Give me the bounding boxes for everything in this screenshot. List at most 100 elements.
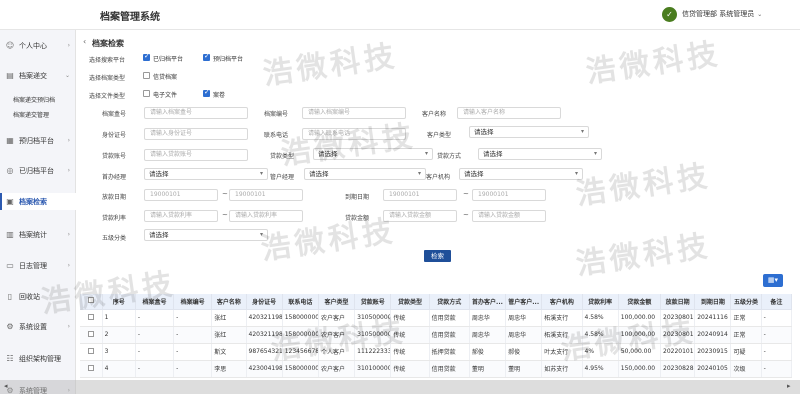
custname-input[interactable]: 请输入客户名称 [457,107,561,119]
row-select-cell[interactable] [80,343,103,361]
amount-from-input[interactable]: 请输入贷款金额 [383,210,457,222]
row-select-cell[interactable] [80,360,103,378]
table-cell: 158000000 [282,309,319,327]
column-header[interactable]: 客户名称 [211,294,247,310]
sidebar-item-org[interactable]: ☷ 组织架构管理 [0,350,76,367]
select-all-checkbox[interactable] [87,297,94,304]
select-all-header[interactable] [80,294,103,310]
idcard-input[interactable]: 请输入身份证号 [144,128,248,140]
dossier-checkbox[interactable] [203,88,210,97]
loandate-from-input[interactable]: 19000101 [144,189,218,201]
loandate-to-input[interactable]: 19000101 [229,189,303,201]
sidebar-item-settings[interactable]: ⚙ 系统设置 › [0,318,76,335]
loanacct-label: 贷款账号 [102,153,127,160]
column-header[interactable]: 贷款方式 [429,294,470,310]
watermark: 浩微科技 [583,36,724,91]
sidebar-item-archived[interactable]: ◎ 已归档平台 › [0,162,76,179]
scroll-left-icon[interactable]: ◂ [4,382,8,390]
column-header[interactable]: 贷款金额 [618,294,662,310]
rate-label: 贷款利率 [102,215,127,222]
custtype-select[interactable]: 请选择 [469,126,589,138]
column-header[interactable]: 客户机构 [541,294,583,310]
loanway-select[interactable]: 请选择 [478,148,602,160]
column-settings-button[interactable]: ▦▾ [763,274,783,287]
table-row[interactable]: 3- - 斯文 987654321 123456678 个人客户 111222333 传统 抵押… [80,343,792,361]
sidebar-item-stats[interactable]: ▥ 档案统计 › [0,226,76,243]
column-header[interactable]: 首办客户... [469,294,507,310]
table-cell: 李思 [211,360,247,378]
range-separator: ~ [463,211,469,219]
phone-input[interactable]: 请输入联系电话 [302,128,406,140]
table-row[interactable]: 4- - 李思 423004198 158000000 农户客户 310100000 传统 信用… [80,360,792,378]
column-header[interactable]: 身份证号 [246,294,283,310]
sidebar-item-label: 日志管理 [19,261,47,270]
column-header[interactable]: 客户类型 [318,294,356,310]
row-select-cell[interactable] [80,326,103,344]
duedate-from-input[interactable]: 19000101 [383,189,457,201]
table-cell: 正常 [730,309,762,327]
search-button[interactable]: 检索 [424,250,451,262]
chevron-right-icon: › [67,167,70,174]
table-cell: 郝俊 [505,343,543,361]
electronic-file-checkbox[interactable] [143,90,150,97]
column-header[interactable]: 管户客户... [505,294,543,310]
row-checkbox[interactable] [87,313,94,320]
column-header[interactable]: 到期日期 [694,294,732,310]
column-header[interactable]: 序号 [102,294,136,310]
gear-icon: ⚙ [6,321,14,331]
column-header[interactable]: 贷款利率 [582,294,619,310]
mgr2-select[interactable]: 请选择 [304,168,426,180]
table-cell: 郝俊 [469,343,507,361]
sidebar-item-prearchive[interactable]: ▦ 预归档平台 › [0,132,76,149]
watermark: 浩微科技 [573,158,714,213]
column-header[interactable]: 贷款类型 [390,294,430,310]
column-header[interactable]: 五级分类 [730,294,762,310]
prearchive-platform-checkbox[interactable] [203,52,210,61]
grade-select[interactable]: 请选择 [144,229,268,241]
table-row[interactable]: 1- - 张红 420321198 158000000 农户客户 310500000 传统 信用… [80,309,792,327]
amount-to-input[interactable]: 请输入贷款金额 [472,210,546,222]
loantype-select[interactable]: 请选择 [313,148,433,160]
column-header[interactable]: 档案编号 [173,294,213,310]
page-title: 档案检索 [92,39,124,48]
sidebar-subitem-prearchive[interactable]: 档案递交预归档 [13,95,55,104]
archno-input[interactable]: 请输入档案编号 [302,107,406,119]
row-checkbox[interactable] [87,364,94,371]
table-cell: - [135,309,175,327]
rate-to-input[interactable]: 请输入贷款利率 [229,210,303,222]
scroll-right-icon[interactable]: ▸ [787,382,791,390]
horizontal-scrollbar[interactable]: ◂ ▸ [0,380,800,394]
sidebar-item-submit[interactable]: ▤ 档案递交 ⌄ [0,67,76,84]
prearchive-platform-label: 预归档平台 [213,56,244,63]
duedate-to-input[interactable]: 19000101 [472,189,546,201]
table-cell: 柘溪支行 [541,326,583,344]
loanacct-input[interactable]: 请输入贷款账号 [144,149,248,161]
column-header[interactable]: 放款日期 [660,294,696,310]
credit-archive-checkbox[interactable] [143,72,150,79]
duedate-label: 到期日期 [345,194,370,201]
table-cell: 1 [102,309,136,327]
sidebar-item-personal[interactable]: ☺ 个人中心 › [0,37,76,54]
sidebar-item-logs[interactable]: ▭ 日志管理 › [0,257,76,274]
sidebar-item-search[interactable]: ▣ 档案检索 [0,193,76,210]
column-header[interactable]: 贷款账号 [354,294,392,310]
column-header[interactable]: 档案盒号 [135,294,175,310]
archived-platform-checkbox[interactable] [143,52,150,61]
sidebar-item-recycle[interactable]: ▯ 回收站 [0,288,76,305]
column-header[interactable]: 联系电话 [282,294,319,310]
chevron-down-icon[interactable]: ⌄ [757,11,762,18]
row-checkbox[interactable] [87,330,94,337]
collapse-icon[interactable]: ‹ [83,37,86,46]
org-select[interactable]: 请选择 [459,168,583,180]
row-checkbox[interactable] [87,347,94,354]
table-cell: 20230828 [660,360,696,378]
rate-from-input[interactable]: 请输入贷款利率 [144,210,218,222]
boxno-input[interactable]: 请输入档案盒号 [144,107,248,119]
sidebar-subitem-manage[interactable]: 档案递交管理 [13,110,49,119]
column-header[interactable]: 备注 [761,294,792,310]
row-select-cell[interactable] [80,309,103,327]
table-row[interactable]: 2- - 张红 420321198 158000000 农户客户 310500000 传统 信用… [80,326,792,344]
table-cell: 农户客户 [318,326,356,344]
user-menu[interactable]: ✓ 信贷管理部 系统管理员 ⌄ [662,5,762,23]
manager-select[interactable]: 请选择 [144,168,268,180]
